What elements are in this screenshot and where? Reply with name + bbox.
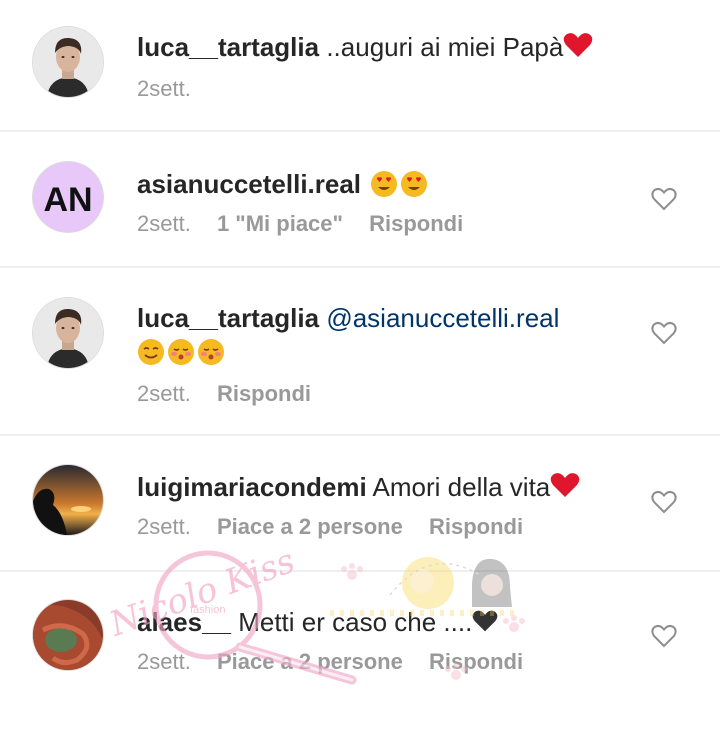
comment-3: luca__tartaglia @asianuccetelli.real 2se…: [0, 268, 720, 436]
reply-button[interactable]: Rispondi: [369, 211, 463, 236]
comment-text: luca__tartaglia @asianuccetelli.real: [137, 301, 640, 369]
black-heart-emoji-icon: [472, 610, 498, 632]
comment-text: luca__tartaglia ..auguri ai miei Papà: [137, 30, 640, 64]
kissing-emoji-icon: [198, 339, 224, 365]
avatar-luca-tartaglia[interactable]: [33, 298, 103, 368]
like-heart-icon[interactable]: [651, 187, 677, 211]
heart-eyes-emoji-icon: [371, 171, 398, 197]
heart-emoji-icon: [564, 33, 593, 57]
comment-username[interactable]: asianuccetelli.real: [137, 169, 361, 199]
like-heart-icon[interactable]: [651, 490, 677, 514]
like-heart-icon[interactable]: [651, 624, 677, 648]
reply-button[interactable]: Rispondi: [429, 514, 523, 539]
likes-count-link[interactable]: 1 "Mi piace": [217, 211, 343, 236]
comment-text: asianuccetelli.real: [137, 167, 640, 201]
reply-button[interactable]: Rispondi: [429, 649, 523, 674]
comment-text: luigimariacondemi Amori della vita: [137, 470, 640, 504]
initials-avatar-icon: AN: [33, 162, 103, 232]
avatar-alaes[interactable]: [33, 600, 103, 670]
comment-1: luca__tartaglia ..auguri ai miei Papà 2s…: [0, 0, 720, 132]
comment-meta: 2sett. 1 "Mi piace" Rispondi: [137, 209, 640, 239]
kissing-emoji-icon: [168, 339, 194, 365]
comment-meta: 2sett. Piace a 2 persone Rispondi: [137, 512, 640, 542]
comment-5: alaes__ Metti er caso che .... 2sett. Pi…: [0, 572, 720, 741]
likes-count-link[interactable]: Piace a 2 persone: [217, 514, 403, 539]
red-hair-woman-icon: [33, 600, 103, 670]
comment-time: 2sett.: [137, 211, 191, 236]
comment-username[interactable]: alaes__: [137, 607, 231, 637]
avatar-luca-tartaglia[interactable]: [33, 27, 103, 97]
comment-message: Amori della vita: [372, 472, 551, 502]
comment-time: 2sett.: [137, 514, 191, 539]
comment-2: AN asianuccetelli.real 2sett. 1 "Mi piac…: [0, 132, 720, 268]
heart-eyes-emoji-icon: [401, 171, 428, 197]
likes-count-link[interactable]: Piace a 2 persone: [217, 649, 403, 674]
comment-username[interactable]: luca__tartaglia: [137, 303, 319, 333]
mention-link[interactable]: @asianuccetelli.real: [326, 303, 559, 333]
comment-meta: 2sett.: [137, 74, 640, 104]
like-heart-icon[interactable]: [651, 321, 677, 345]
comment-time: 2sett.: [137, 76, 191, 101]
comment-username[interactable]: luigimariacondemi: [137, 472, 367, 502]
comment-meta: 2sett. Piace a 2 persone Rispondi: [137, 647, 640, 677]
man-portrait-icon: [33, 27, 103, 97]
heart-emoji-icon: [550, 473, 580, 497]
comment-username[interactable]: luca__tartaglia: [137, 32, 319, 62]
comment-time: 2sett.: [137, 381, 191, 406]
man-portrait-icon: [33, 298, 103, 368]
comment-text: alaes__ Metti er caso che ....: [137, 605, 640, 639]
sunset-silhouette-icon: [33, 465, 103, 535]
comment-time: 2sett.: [137, 649, 191, 674]
avatar-asianuccetelli[interactable]: AN: [33, 162, 103, 232]
comment-4: luigimariacondemi Amori della vita 2sett…: [0, 436, 720, 572]
comment-meta: 2sett. Rispondi: [137, 379, 640, 409]
comment-message: Metti er caso che ....: [238, 607, 473, 637]
comment-message: ..auguri ai miei Papà: [326, 32, 564, 62]
blushing-smile-emoji-icon: [138, 339, 164, 365]
reply-button[interactable]: Rispondi: [217, 381, 311, 406]
svg-text:AN: AN: [43, 181, 92, 219]
avatar-luigimariacondemi[interactable]: [33, 465, 103, 535]
